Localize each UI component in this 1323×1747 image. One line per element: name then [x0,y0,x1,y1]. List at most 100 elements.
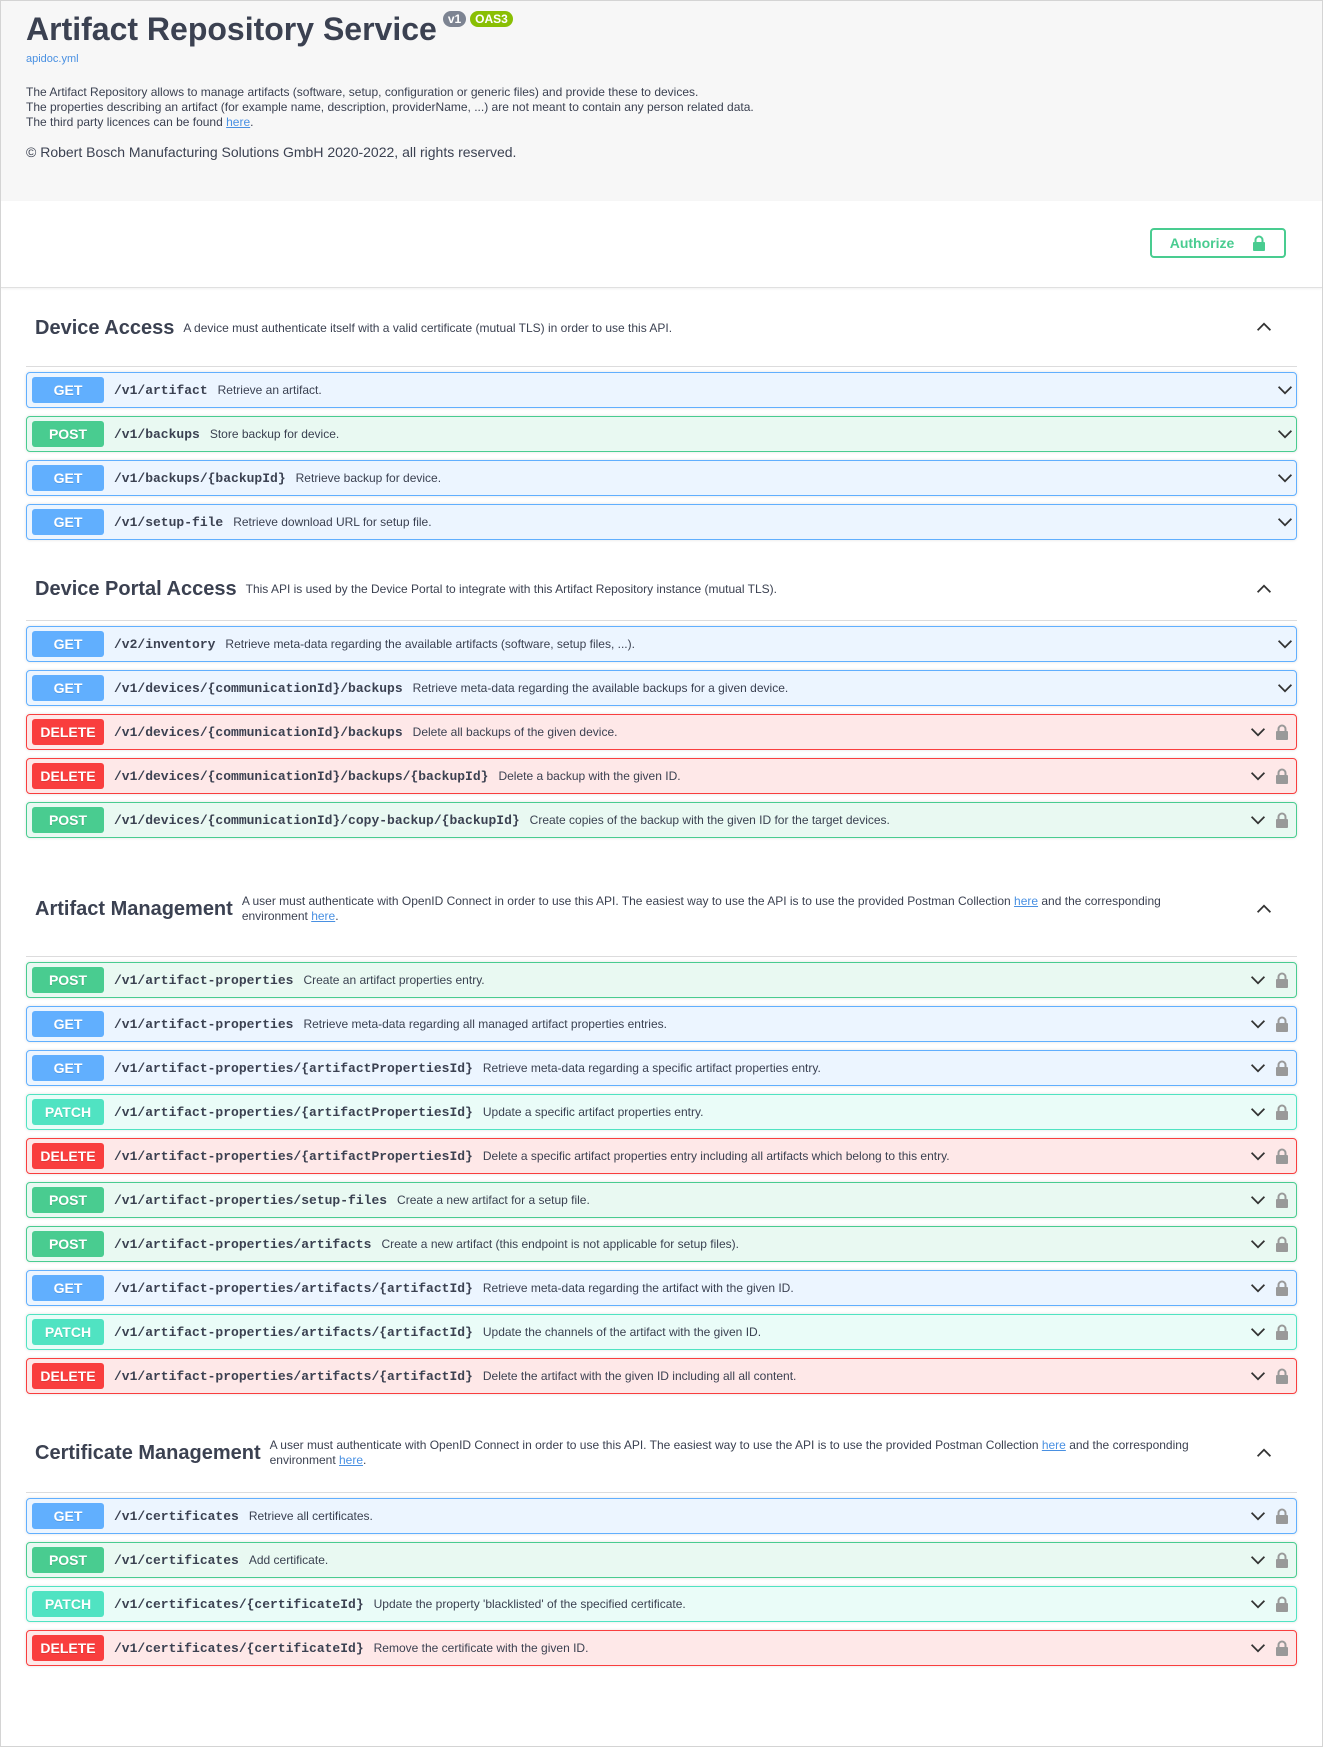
chevron-down-icon[interactable] [1250,1640,1266,1656]
operation-path: /v1/artifact-properties/artifacts/{artif… [114,1324,473,1340]
operation-summary: Delete a specific artifact properties en… [482,1149,950,1163]
lock-icon[interactable] [1275,1148,1289,1164]
operation-row[interactable]: PATCH/v1/artifact-properties/{artifactPr… [26,1094,1297,1130]
operation-row[interactable]: GET/v1/certificates Retrieve all certific… [26,1498,1297,1534]
chevron-down-icon[interactable] [1250,1060,1266,1076]
chevron-down-icon[interactable] [1250,1552,1266,1568]
section-description-text: . [335,909,339,923]
section-header[interactable]: Certificate Management A user must authen… [26,1414,1297,1493]
operation-row[interactable]: DELETE/v1/devices/{communicationId}/back… [26,714,1297,750]
section-header[interactable]: Artifact Management A user must authentic… [26,862,1297,957]
chevron-down-icon[interactable] [1250,1236,1266,1252]
operation-row[interactable]: POST/v1/artifact-properties Create an art… [26,962,1297,998]
operation-row[interactable]: GET/v1/artifact-properties Retrieve meta-… [26,1006,1297,1042]
lock-icon[interactable] [1275,1016,1289,1032]
lock-icon[interactable] [1275,812,1289,828]
chevron-up-icon[interactable] [1256,901,1272,917]
chevron-up-icon[interactable] [1256,581,1272,597]
operation-row[interactable]: POST/v1/backups Store backup for device. [26,416,1297,452]
chevron-down-icon[interactable] [1250,1596,1266,1612]
copyright: © Robert Bosch Manufacturing Solutions G… [26,144,517,160]
operation-row[interactable]: POST/v1/devices/{communicationId}/copy-b… [26,802,1297,838]
operation-row[interactable]: GET/v1/artifact-properties/artifacts/{ar… [26,1270,1297,1306]
chevron-down-icon[interactable] [1250,1280,1266,1296]
postman-collection-link[interactable]: here [1014,894,1038,908]
chevron-down-icon[interactable] [1250,1016,1266,1032]
section-header[interactable]: Device Portal Access This API is used by … [26,558,1297,621]
operation-row[interactable]: GET/v2/inventory Retrieve meta-data regar… [26,626,1297,662]
http-method-badge: GET [32,1503,104,1529]
operation-row[interactable]: GET/v1/artifact Retrieve an artifact. [26,372,1297,408]
environment-link[interactable]: here [311,909,335,923]
operation-summary: Retrieve all certificates. [248,1509,373,1523]
operation-row[interactable]: POST/v1/artifact-properties/artifacts Cre… [26,1226,1297,1262]
lock-icon[interactable] [1275,1640,1289,1656]
http-method-badge: PATCH [32,1319,104,1345]
chevron-down-icon[interactable] [1250,1104,1266,1120]
lock-icon[interactable] [1275,724,1289,740]
chevron-down-icon[interactable] [1277,636,1293,652]
chevron-down-icon[interactable] [1250,1192,1266,1208]
section-header[interactable]: Device Access A device must authenticate … [26,288,1297,367]
chevron-down-icon[interactable] [1277,426,1293,442]
operation-row[interactable]: DELETE/v1/artifact-properties/{artifactP… [26,1138,1297,1174]
lock-icon[interactable] [1275,1060,1289,1076]
lock-icon[interactable] [1275,1236,1289,1252]
chevron-down-icon[interactable] [1250,768,1266,784]
lock-icon[interactable] [1275,1508,1289,1524]
operation-row[interactable]: PATCH/v1/certificates/{certificateId} Upd… [26,1586,1297,1622]
chevron-down-icon[interactable] [1250,1368,1266,1384]
lock-icon[interactable] [1275,1192,1289,1208]
lock-icon[interactable] [1275,972,1289,988]
http-method-badge: DELETE [32,763,104,789]
chevron-down-icon[interactable] [1277,514,1293,530]
lock-icon[interactable] [1275,1368,1289,1384]
http-method-badge: DELETE [32,719,104,745]
authorize-button[interactable]: Authorize [1150,228,1286,258]
operation-row[interactable]: DELETE/v1/devices/{communicationId}/back… [26,758,1297,794]
operation-row[interactable]: POST/v1/certificates Add certificate. [26,1542,1297,1578]
postman-collection-link[interactable]: here [1042,1438,1066,1452]
operation-path: /v1/certificates/{certificateId} [114,1640,364,1656]
lock-icon[interactable] [1275,1596,1289,1612]
environment-link[interactable]: here [339,1453,363,1467]
tag-section: Device Portal Access This API is used by … [26,558,1297,838]
lock-icon[interactable] [1275,1280,1289,1296]
operation-row[interactable]: DELETE/v1/artifact-properties/artifacts/… [26,1358,1297,1394]
chevron-down-icon[interactable] [1250,724,1266,740]
chevron-down-icon[interactable] [1250,1508,1266,1524]
chevron-down-icon[interactable] [1250,972,1266,988]
chevron-down-icon[interactable] [1250,1148,1266,1164]
http-method-badge: GET [32,1275,104,1301]
licences-line: The third party licences can be found he… [26,115,1297,130]
licences-link[interactable]: here [226,115,250,129]
operation-summary: Retrieve meta-data regarding the artifac… [482,1281,794,1295]
operation-path: /v1/backups/{backupId} [114,470,286,486]
chevron-down-icon[interactable] [1250,812,1266,828]
http-method-badge: GET [32,377,104,403]
chevron-down-icon[interactable] [1277,470,1293,486]
chevron-down-icon[interactable] [1277,680,1293,696]
lock-icon[interactable] [1275,1552,1289,1568]
operation-row[interactable]: GET/v1/backups/{backupId} Retrieve backup… [26,460,1297,496]
operation-summary: Delete all backups of the given device. [412,725,618,739]
chevron-up-icon[interactable] [1256,1445,1272,1461]
chevron-down-icon[interactable] [1250,1324,1266,1340]
operation-row[interactable]: POST/v1/artifact-properties/setup-files C… [26,1182,1297,1218]
operation-row[interactable]: DELETE/v1/certificates/{certificateId} Re… [26,1630,1297,1666]
operation-row[interactable]: PATCH/v1/artifact-properties/artifacts/{… [26,1314,1297,1350]
chevron-up-icon[interactable] [1256,319,1272,335]
operation-summary: Store backup for device. [209,427,340,441]
lock-icon[interactable] [1275,768,1289,784]
lock-icon[interactable] [1275,1324,1289,1340]
operation-row[interactable]: GET/v1/artifact-properties/{artifactProp… [26,1050,1297,1086]
chevron-down-icon[interactable] [1277,382,1293,398]
spec-file-link[interactable]: apidoc.yml [26,53,1297,65]
page-title: Artifact Repository Service [26,11,437,47]
operation-row[interactable]: GET/v1/devices/{communicationId}/backups… [26,670,1297,706]
tag-section: Device Access A device must authenticate … [26,288,1297,540]
lock-icon[interactable] [1275,1104,1289,1120]
operation-row[interactable]: GET/v1/setup-file Retrieve download URL f… [26,504,1297,540]
operation-summary: Create an artifact properties entry. [303,973,485,987]
operation-summary: Update the property 'blacklisted' of the… [373,1597,686,1611]
